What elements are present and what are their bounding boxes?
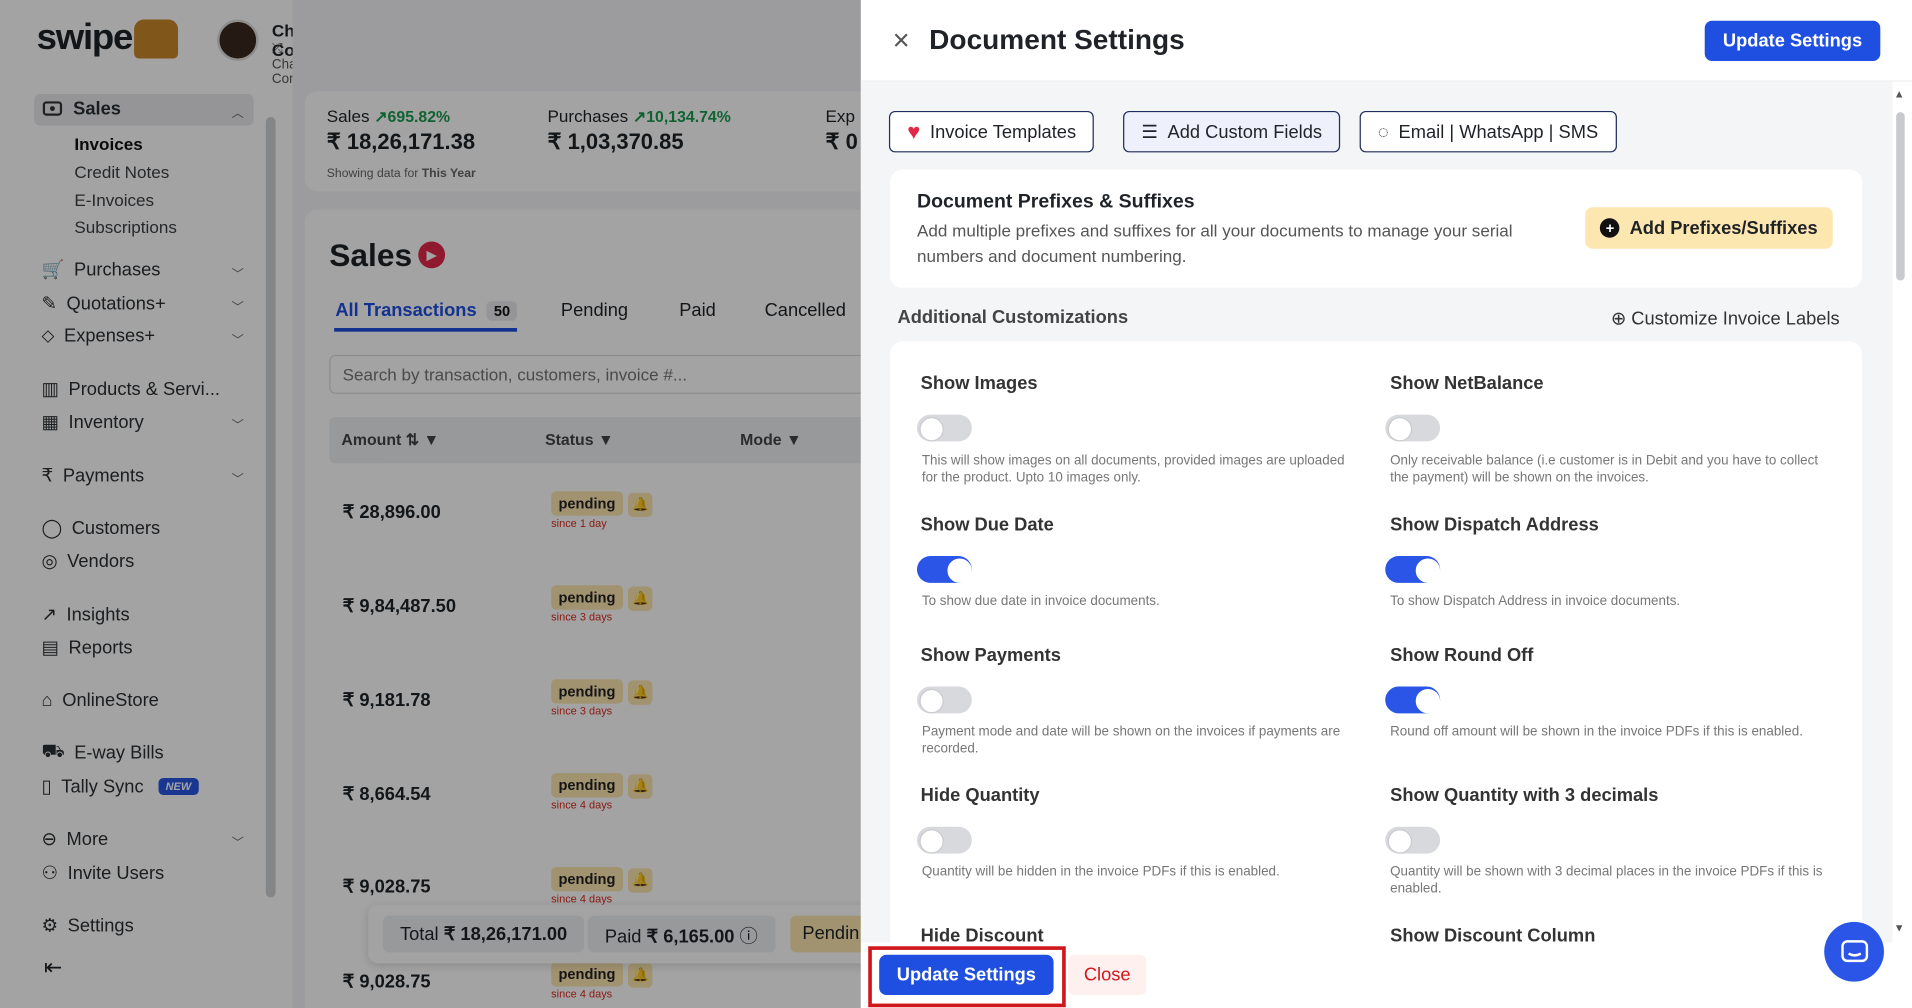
option-title: Show Due Date bbox=[920, 514, 1054, 536]
hide-quantity-toggle[interactable] bbox=[916, 826, 972, 854]
scroll-up-arrow[interactable]: ▲ bbox=[1894, 88, 1905, 100]
plus-circle-icon: ⊕ bbox=[1610, 308, 1627, 330]
close-icon[interactable]: × bbox=[893, 24, 910, 58]
prefix-description: Add multiple prefixes and suffixes for a… bbox=[916, 220, 1513, 266]
show-netbalance-toggle[interactable] bbox=[1385, 414, 1441, 442]
drawer-title: Document Settings bbox=[929, 23, 1185, 55]
chat-support-button[interactable] bbox=[1824, 921, 1884, 982]
show-images-toggle[interactable] bbox=[916, 414, 972, 442]
option-title: Show Dispatch Address bbox=[1390, 514, 1599, 536]
document-settings-drawer: × Document Settings Update Settings ♥ Inv… bbox=[860, 0, 1912, 1008]
modal-backdrop[interactable] bbox=[0, 0, 861, 1008]
option-title: Show Images bbox=[920, 373, 1038, 394]
options-card: Show Images This will show images on all… bbox=[890, 341, 1863, 952]
prefix-title: Document Prefixes & Suffixes bbox=[916, 191, 1195, 213]
heart-icon: ♥ bbox=[907, 118, 921, 144]
sliders-icon: ☰ bbox=[1141, 121, 1158, 143]
option-description: Only receivable balance (i.e customer is… bbox=[1390, 453, 1819, 486]
show-due-date-toggle[interactable] bbox=[916, 556, 972, 583]
close-button[interactable]: Close bbox=[1068, 954, 1147, 996]
option-title: Show NetBalance bbox=[1390, 373, 1544, 394]
show-quantity-3-decimals-toggle[interactable] bbox=[1385, 826, 1441, 854]
drawer-scrollbar-thumb[interactable] bbox=[1896, 112, 1905, 281]
option-description: This will show images on all documents, … bbox=[921, 453, 1345, 486]
show-payments-toggle[interactable] bbox=[916, 686, 972, 714]
option-description: To show Dispatch Address in invoice docu… bbox=[1390, 593, 1681, 609]
option-title: Show Round Off bbox=[1390, 645, 1534, 666]
option-title: Hide Quantity bbox=[920, 785, 1040, 807]
option-title: Show Payments bbox=[920, 645, 1061, 666]
option-description: Quantity will be shown with 3 decimal pl… bbox=[1390, 864, 1823, 897]
app-root: swipe Chocolate Coffee ⤮ Change Company … bbox=[0, 0, 1912, 1008]
chat-bubble-icon bbox=[1840, 939, 1868, 962]
customize-invoice-labels-link[interactable]: ⊕ Customize Invoice Labels bbox=[1610, 307, 1840, 330]
update-settings-button[interactable]: Update Settings bbox=[879, 954, 1054, 996]
invoice-templates-button[interactable]: ♥ Invoice Templates bbox=[888, 110, 1095, 153]
email-whatsapp-sms-button[interactable]: ◌ Email | WhatsApp | SMS bbox=[1359, 110, 1617, 153]
add-custom-fields-button[interactable]: ☰ Add Custom Fields bbox=[1123, 110, 1341, 153]
option-description: Round off amount will be shown in the in… bbox=[1390, 724, 1803, 739]
plus-circle-icon: + bbox=[1600, 218, 1620, 238]
chat-icon: ◌ bbox=[1377, 121, 1389, 143]
option-description: To show due date in invoice documents. bbox=[921, 593, 1160, 609]
option-description: Quantity will be hidden in the invoice P… bbox=[921, 864, 1280, 880]
add-prefixes-button[interactable]: + Add Prefixes/Suffixes bbox=[1585, 207, 1833, 249]
option-title: Show Quantity with 3 decimals bbox=[1390, 785, 1659, 807]
additional-customizations-heading: Additional Customizations bbox=[897, 307, 1129, 329]
update-settings-top-button[interactable]: Update Settings bbox=[1704, 20, 1881, 61]
show-dispatch-address-toggle[interactable] bbox=[1385, 556, 1441, 583]
show-round-off-toggle[interactable] bbox=[1385, 686, 1441, 714]
prefix-card: Document Prefixes & Suffixes Add multipl… bbox=[890, 169, 1863, 288]
scroll-down-arrow[interactable]: ▼ bbox=[1894, 922, 1905, 934]
option-description: Payment mode and date will be shown on t… bbox=[921, 724, 1341, 757]
